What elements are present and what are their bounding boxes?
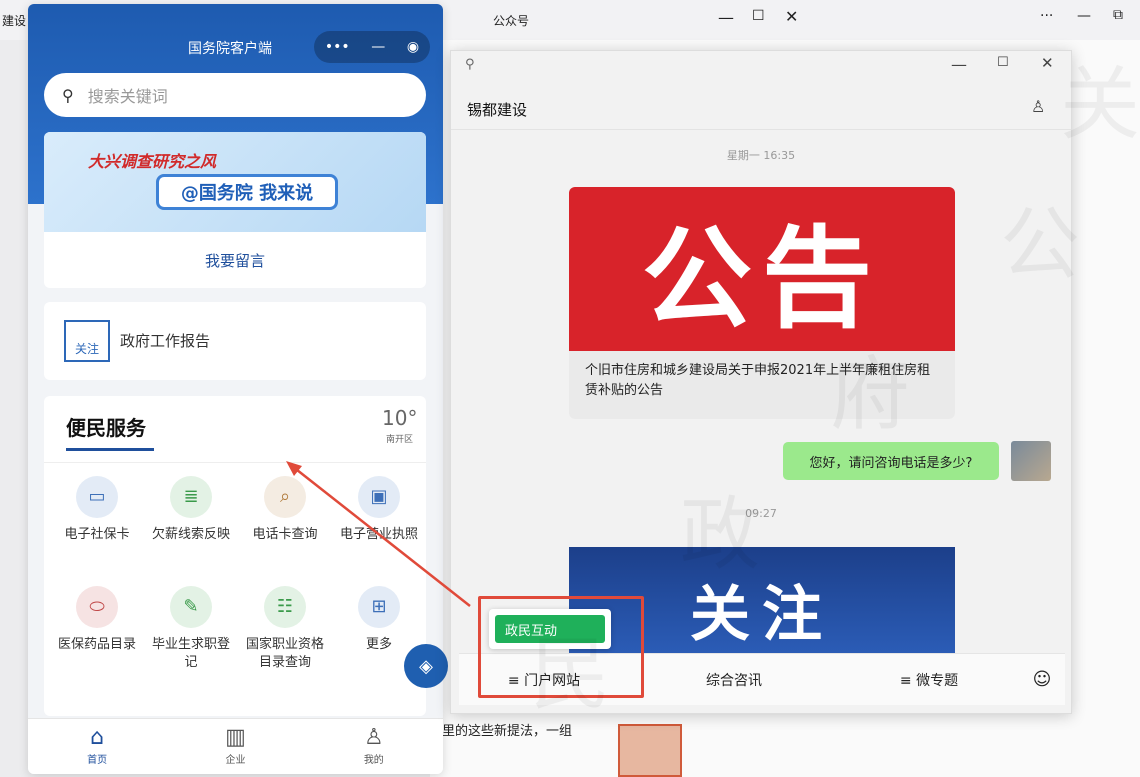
watermark-text: 关 — [1060, 58, 1140, 151]
watermark-text: 政 — [680, 488, 760, 581]
watermark-text: 府 — [830, 348, 910, 441]
watermark-text: 民 — [530, 628, 610, 721]
watermark-text: 公 — [1000, 198, 1080, 291]
